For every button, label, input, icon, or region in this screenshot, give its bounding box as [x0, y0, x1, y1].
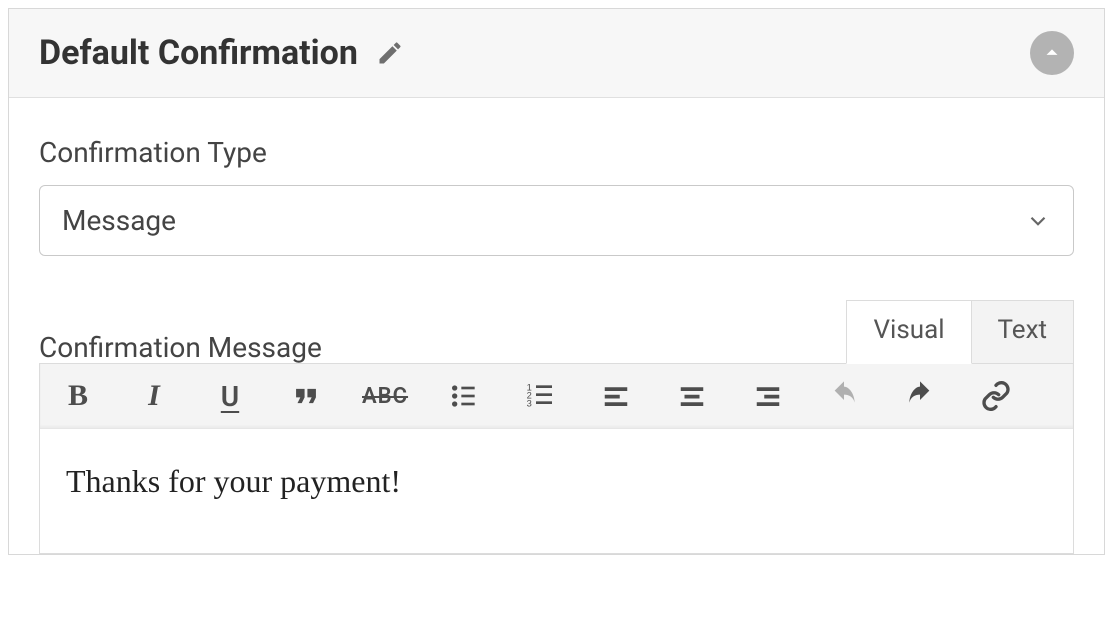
- italic-button[interactable]: I: [134, 376, 174, 416]
- blockquote-button[interactable]: [286, 376, 326, 416]
- undo-button[interactable]: [824, 376, 864, 416]
- panel-header: Default Confirmation: [9, 9, 1104, 98]
- panel-body: Confirmation Type Message Confirmation M…: [9, 98, 1104, 554]
- chevron-down-icon: [1025, 208, 1051, 234]
- confirmation-type-value: Message: [62, 204, 176, 237]
- bullet-list-button[interactable]: [444, 376, 484, 416]
- editor-toolbar: B I U ABC 123: [40, 364, 1073, 429]
- numbered-list-button[interactable]: 123: [520, 376, 560, 416]
- align-right-button[interactable]: [748, 376, 788, 416]
- underline-button[interactable]: U: [210, 376, 250, 416]
- tab-visual[interactable]: Visual: [846, 300, 971, 364]
- strikethrough-button[interactable]: ABC: [362, 376, 408, 416]
- align-center-button[interactable]: [672, 376, 712, 416]
- pencil-icon[interactable]: [376, 39, 404, 67]
- link-button[interactable]: [976, 376, 1016, 416]
- bold-button[interactable]: B: [58, 376, 98, 416]
- tab-text[interactable]: Text: [971, 300, 1074, 364]
- confirmation-type-label: Confirmation Type: [39, 136, 1074, 169]
- confirmation-panel: Default Confirmation Confirmation Type M…: [8, 8, 1105, 555]
- editor: B I U ABC 123: [39, 363, 1074, 554]
- panel-title-group: Default Confirmation: [39, 33, 404, 73]
- confirmation-type-select[interactable]: Message: [39, 185, 1074, 256]
- svg-text:3: 3: [527, 399, 532, 409]
- editor-tabs: Visual Text: [847, 300, 1074, 364]
- align-left-button[interactable]: [596, 376, 636, 416]
- confirmation-message-label: Confirmation Message: [39, 331, 322, 364]
- message-textarea[interactable]: Thanks for your payment!: [40, 429, 1073, 553]
- panel-title: Default Confirmation: [39, 33, 358, 73]
- collapse-toggle[interactable]: [1030, 31, 1074, 75]
- redo-button[interactable]: [900, 376, 940, 416]
- message-label-row: Confirmation Message Visual Text: [39, 300, 1074, 364]
